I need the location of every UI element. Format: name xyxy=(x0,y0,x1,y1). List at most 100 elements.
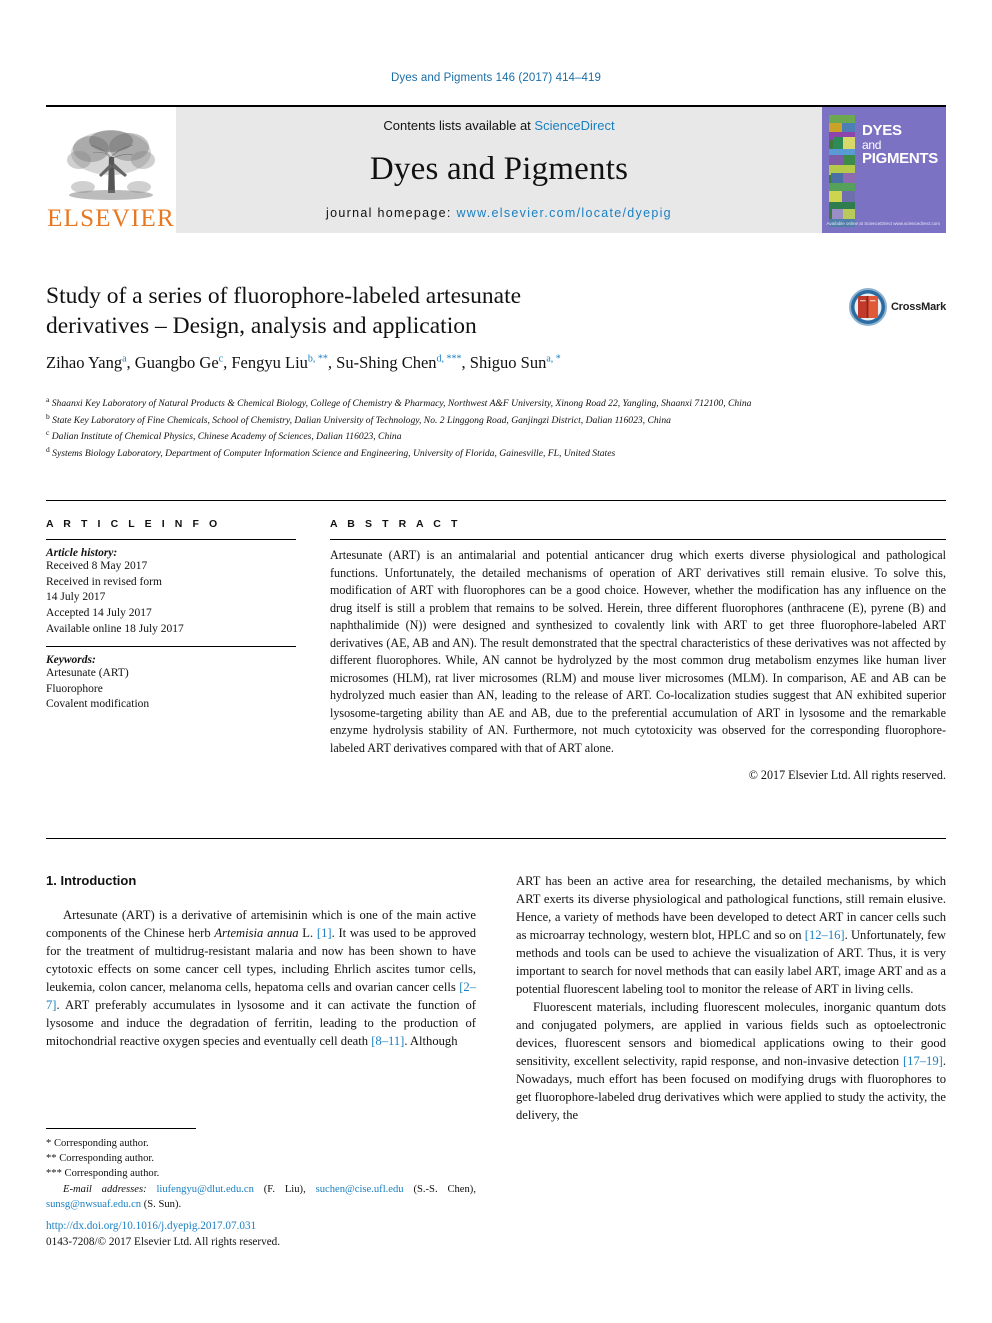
doi-link[interactable]: http://dx.doi.org/10.1016/j.dyepig.2017.… xyxy=(46,1218,476,1234)
doi-section: http://dx.doi.org/10.1016/j.dyepig.2017.… xyxy=(46,1218,476,1250)
author-list: Zihao Yanga, Guangbo Gec, Fengyu Liub, *… xyxy=(46,353,836,373)
title-line-1: Study of a series of fluorophore-labeled… xyxy=(46,283,522,309)
affiliation-mark: b xyxy=(46,411,50,421)
keyword-item: Artesunate (ART) xyxy=(46,667,129,680)
article-info-rule xyxy=(46,539,296,540)
body-paragraph: ART has been an active area for research… xyxy=(516,874,946,996)
keywords-label: Keywords: xyxy=(46,654,96,667)
affiliation-text: Dalian Institute of Chemical Physics, Ch… xyxy=(51,431,402,443)
author-marks: a, * xyxy=(546,353,561,365)
body-column-right: ART has been an active area for research… xyxy=(516,872,946,1124)
history-line: 14 July 2017 xyxy=(46,591,106,604)
abstract-section: A B S T R A C T Artesunate (ART) is an a… xyxy=(330,518,946,783)
divider-top xyxy=(46,500,946,501)
article-history-label: Article history: xyxy=(46,547,118,559)
cover-art-pattern xyxy=(829,115,855,227)
history-line: Accepted 14 July 2017 xyxy=(46,606,152,619)
email-addresses-line: E-mail addresses: liufengyu@dlut.edu.cn … xyxy=(46,1184,476,1211)
citation-ref[interactable]: [17–19] xyxy=(903,1054,943,1068)
contents-prefix: Contents lists available at xyxy=(383,118,535,133)
journal-homepage-line: journal homepage: www.elsevier.com/locat… xyxy=(326,206,672,220)
citation-ref[interactable]: [8–11] xyxy=(371,1034,404,1048)
page-title: Study of a series of fluorophore-labeled… xyxy=(46,282,836,341)
journal-masthead: ELSEVIER Contents lists available at Sci… xyxy=(46,105,946,233)
affiliation-item: a Shaanxi Key Laboratory of Natural Prod… xyxy=(46,395,926,411)
elsevier-tree-icon xyxy=(67,130,155,200)
elsevier-logo: ELSEVIER xyxy=(46,107,176,233)
affiliation-text: Systems Biology Laboratory, Department o… xyxy=(52,447,616,459)
affiliation-text: State Key Laboratory of Fine Chemicals, … xyxy=(52,414,671,426)
journal-article-page: Dyes and Pigments 146 (2017) 414–419 ELS… xyxy=(0,0,992,1323)
journal-header-panel: Contents lists available at ScienceDirec… xyxy=(176,107,822,233)
affiliation-text: Shaanxi Key Laboratory of Natural Produc… xyxy=(51,398,752,410)
email-link[interactable]: liufengyu@dlut.edu.cn xyxy=(156,1184,253,1195)
elsevier-wordmark: ELSEVIER xyxy=(47,205,175,232)
footnote-divider xyxy=(46,1128,196,1129)
keyword-item: Fluorophore xyxy=(46,682,103,695)
history-line: Received 8 May 2017 xyxy=(46,560,148,572)
author-marks: b, ** xyxy=(307,353,328,365)
affiliation-mark: d xyxy=(46,444,50,454)
email-link[interactable]: suchen@cise.ufl.edu xyxy=(316,1184,404,1195)
affiliation-list: a Shaanxi Key Laboratory of Natural Prod… xyxy=(46,395,926,461)
species-name: Artemisia annua xyxy=(214,925,299,940)
abstract-rule xyxy=(330,539,946,540)
citation-ref[interactable]: [2–7] xyxy=(46,980,476,1012)
history-line: Available online 18 July 2017 xyxy=(46,622,184,635)
citation-ref[interactable]: [1] xyxy=(317,926,332,940)
abstract-heading: A B S T R A C T xyxy=(330,518,461,530)
article-info-heading: A R T I C L E I N F O xyxy=(46,518,221,530)
cover-title-line3: PIGMENTS xyxy=(862,150,938,168)
keywords-rule xyxy=(46,646,296,648)
abstract-text: Artesunate (ART) is an antimalarial and … xyxy=(330,548,946,755)
author-sep: , xyxy=(126,353,131,373)
body-paragraph: Fluorescent materials, including fluores… xyxy=(516,1000,946,1122)
crossmark-label: CrossMark xyxy=(890,301,946,313)
footnote-section: * Corresponding author. ** Corresponding… xyxy=(46,1136,476,1212)
crossmark-icon xyxy=(848,288,887,326)
article-info-section: A R T I C L E I N F O Article history: R… xyxy=(46,518,296,713)
email-link[interactable]: sunsg@nwsuaf.edu.cn xyxy=(46,1199,141,1210)
author-name: Shiguo Sun xyxy=(469,353,547,373)
affiliation-item: c Dalian Institute of Chemical Physics, … xyxy=(46,428,926,444)
history-line: Received in revised form xyxy=(46,575,162,588)
article-title-block: Study of a series of fluorophore-labeled… xyxy=(46,282,836,373)
section-heading-introduction: 1. Introduction xyxy=(46,873,137,888)
body-column-left: 1. Introduction Artesunate (ART) is a de… xyxy=(46,872,476,1050)
author-name: Guangbo Ge xyxy=(134,353,219,373)
author-name: Zihao Yang xyxy=(46,353,123,373)
email-person: (S.-S. Chen) xyxy=(413,1184,474,1196)
journal-homepage-link[interactable]: www.elsevier.com/locate/dyepig xyxy=(456,206,671,220)
affiliation-item: d Systems Biology Laboratory, Department… xyxy=(46,445,926,461)
keyword-item: Covalent modification xyxy=(46,698,150,711)
sciencedirect-link[interactable]: ScienceDirect xyxy=(534,118,614,133)
body-paragraph: Artesunate (ART) is a derivative of arte… xyxy=(46,907,477,1048)
cover-title-line1: DYES xyxy=(862,122,902,139)
email-person: (F. Liu) xyxy=(263,1184,304,1196)
corresponding-author-note: *** Corresponding author. xyxy=(46,1168,160,1180)
journal-cover-thumbnail: DYES and PIGMENTS Available online at Sc… xyxy=(822,107,946,233)
email-person: (S. Sun) xyxy=(143,1199,179,1211)
journal-title: Dyes and Pigments xyxy=(369,151,629,187)
author-sep: , xyxy=(223,353,228,373)
corresponding-author-note: * Corresponding author. xyxy=(46,1138,149,1149)
issn-copyright-line: 0143-7208/© 2017 Elsevier Ltd. All right… xyxy=(46,1236,281,1249)
author-sep: , xyxy=(461,353,466,373)
author-sep: , xyxy=(327,353,333,373)
email-label: E-mail addresses: xyxy=(63,1184,147,1196)
author-name: Su-Shing Chen xyxy=(336,353,437,373)
author-marks: d, *** xyxy=(436,353,462,365)
affiliation-mark: c xyxy=(46,428,50,438)
citation-ref[interactable]: [12–16] xyxy=(805,928,845,942)
abstract-copyright: © 2017 Elsevier Ltd. All rights reserved… xyxy=(748,768,946,783)
cover-journal-title: DYES and PIGMENTS xyxy=(862,123,942,167)
divider-bottom xyxy=(46,838,946,839)
affiliation-item: b State Key Laboratory of Fine Chemicals… xyxy=(46,412,926,428)
cover-footer-text: Available online at ScienceDirect www.sc… xyxy=(826,221,940,227)
homepage-prefix: journal homepage: xyxy=(326,206,457,220)
contents-available-line: Contents lists available at ScienceDirec… xyxy=(383,118,614,133)
affiliation-mark: a xyxy=(46,395,50,404)
author-name: Fengyu Liu xyxy=(231,353,308,373)
running-head: Dyes and Pigments 146 (2017) 414–419 xyxy=(390,72,602,84)
crossmark-badge[interactable]: CrossMark xyxy=(848,288,946,326)
